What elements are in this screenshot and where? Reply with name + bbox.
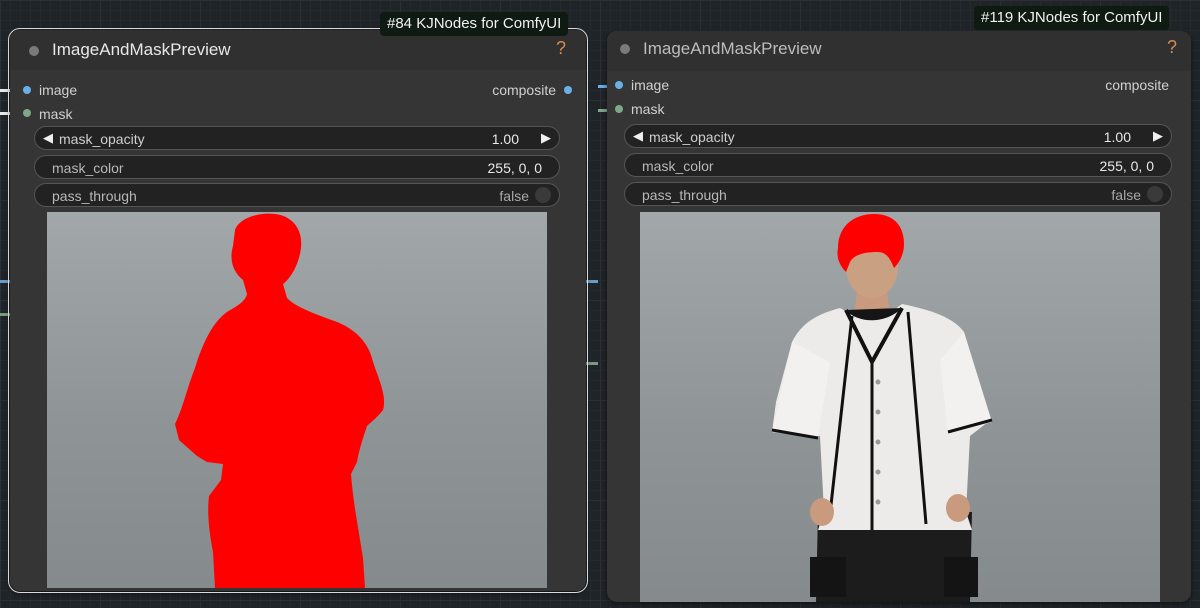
increment-arrow-icon[interactable]: ▶ (1153, 128, 1163, 144)
input-image-dot-icon[interactable] (615, 81, 623, 89)
input-mask-label: mask (39, 106, 73, 122)
mask-opacity-value[interactable]: 1.00 (492, 131, 519, 147)
node-title: ImageAndMaskPreview (52, 40, 231, 59)
input-image-label: image (631, 77, 670, 93)
person-illustration (771, 214, 993, 602)
mask-color-label: mask_color (52, 160, 124, 176)
output-composite-label: composite (492, 82, 556, 98)
input-mask-dot-icon[interactable] (23, 109, 31, 117)
input-mask-dot-icon[interactable] (615, 105, 623, 113)
pass-through-value: false (1111, 187, 1141, 203)
mask-silhouette (175, 213, 385, 588)
decrement-arrow-icon[interactable]: ◀ (633, 128, 643, 144)
mask-color-value[interactable]: 255, 0, 0 (488, 160, 543, 176)
decrement-arrow-icon[interactable]: ◀ (43, 130, 53, 146)
increment-arrow-icon[interactable]: ▶ (541, 130, 551, 146)
collapse-dot-icon[interactable] (620, 44, 630, 54)
input-image-dot-icon[interactable] (23, 86, 31, 94)
help-icon[interactable]: ? (1167, 37, 1177, 58)
node-84[interactable]: ImageAndMaskPreview ? image mask composi… (8, 12, 588, 593)
mask-preview-image (47, 212, 547, 588)
collapse-dot-icon[interactable] (29, 46, 39, 56)
mask-opacity-label: mask_opacity (59, 131, 145, 147)
mask-color-widget[interactable]: mask_color 255, 0, 0 (34, 155, 560, 179)
node-title: ImageAndMaskPreview (643, 39, 822, 58)
pass-through-widget[interactable]: pass_through false (34, 183, 560, 207)
pass-through-toggle[interactable] (1147, 186, 1163, 202)
input-image-label: image (39, 82, 78, 98)
mask-opacity-widget[interactable]: ◀ mask_opacity 1.00 ▶ (624, 124, 1172, 148)
pass-through-label: pass_through (52, 188, 137, 204)
output-composite-dot-icon[interactable] (564, 86, 572, 94)
output-composite-label: composite (1105, 77, 1169, 93)
node-badge: #84 KJNodes for ComfyUI (380, 12, 569, 36)
mask-color-widget[interactable]: mask_color 255, 0, 0 (624, 153, 1172, 177)
composite-preview-image (640, 212, 1160, 602)
graph-canvas[interactable]: ImageAndMaskPreview ? image mask composi… (0, 0, 1200, 608)
mask-color-label: mask_color (642, 158, 714, 174)
help-icon[interactable]: ? (556, 38, 566, 59)
node-badge: #119 KJNodes for ComfyUI (974, 6, 1170, 30)
mask-color-value[interactable]: 255, 0, 0 (1100, 158, 1155, 174)
pass-through-widget[interactable]: pass_through false (624, 182, 1172, 206)
input-mask-label: mask (631, 101, 665, 117)
mask-opacity-widget[interactable]: ◀ mask_opacity 1.00 ▶ (34, 126, 560, 150)
mask-opacity-label: mask_opacity (649, 129, 735, 145)
pass-through-label: pass_through (642, 187, 727, 203)
pass-through-toggle[interactable] (535, 187, 551, 203)
mask-opacity-value[interactable]: 1.00 (1104, 129, 1131, 145)
pass-through-value: false (499, 188, 529, 204)
node-119[interactable]: ImageAndMaskPreview ? image mask composi… (607, 6, 1191, 602)
